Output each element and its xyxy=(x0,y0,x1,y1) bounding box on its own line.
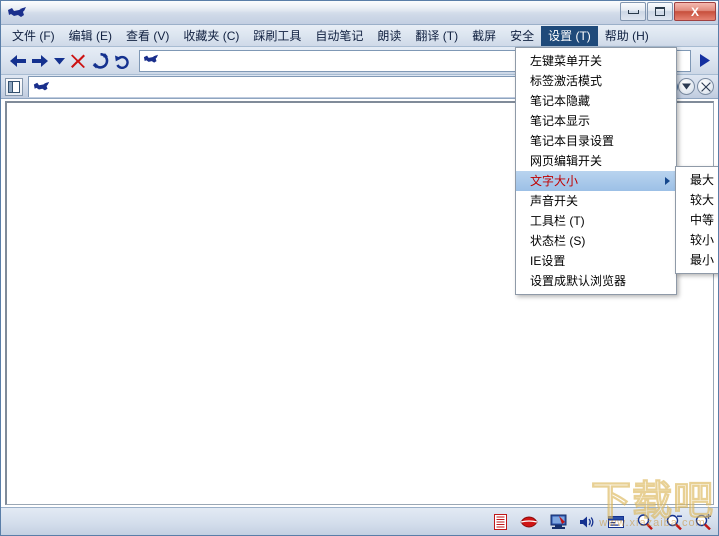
dog-icon xyxy=(33,81,50,93)
chevron-down-icon[interactable] xyxy=(51,49,67,73)
red-lips-icon[interactable] xyxy=(520,513,538,531)
text-size-largest[interactable]: 最大 xyxy=(676,170,718,190)
text-size-smaller[interactable]: 较小 xyxy=(676,230,718,250)
settings-set-default-browser[interactable]: 设置成默认浏览器 xyxy=(516,271,676,291)
text-size-larger[interactable]: 较大 xyxy=(676,190,718,210)
menu-settings[interactable]: 设置 (T) xyxy=(541,25,598,46)
titlebar-gloss xyxy=(1,1,718,12)
chevron-right-icon xyxy=(665,177,670,185)
settings-notebook-directory[interactable]: 笔记本目录设置 xyxy=(516,131,676,151)
address-site-icon xyxy=(143,54,159,68)
settings-toolbar[interactable]: 工具栏 (T) xyxy=(516,211,676,231)
tab-list-chevron-down-icon[interactable] xyxy=(678,78,695,95)
menu-auto-notes[interactable]: 自动笔记 xyxy=(308,26,370,46)
zoom-in-icon[interactable] xyxy=(694,513,712,531)
menu-bar: 文件 (F) 编辑 (E) 查看 (V) 收藏夹 (C) 踩刷工具 自动笔记 朗… xyxy=(1,25,718,47)
menu-read-aloud[interactable]: 朗读 xyxy=(370,26,408,46)
browser-window: X 文件 (F) 编辑 (E) 查看 (V) 收藏夹 (C) 踩刷工具 自动笔记… xyxy=(0,0,719,536)
close-icon: X xyxy=(690,4,699,19)
dog-icon[interactable] xyxy=(4,2,30,24)
minimize-button[interactable] xyxy=(620,2,646,21)
settings-notebook-hide[interactable]: 笔记本隐藏 xyxy=(516,91,676,111)
status-bar xyxy=(1,507,718,535)
settings-text-size-label: 文字大小 xyxy=(530,174,579,188)
sidebar-panel-icon[interactable] xyxy=(5,77,23,96)
window-controls: X xyxy=(620,2,716,21)
maximize-button[interactable] xyxy=(647,2,673,21)
menu-file[interactable]: 文件 (F) xyxy=(5,26,62,46)
title-bar: X xyxy=(1,1,718,25)
settings-statusbar[interactable]: 状态栏 (S) xyxy=(516,231,676,251)
maximize-icon xyxy=(655,7,665,16)
settings-ie-settings[interactable]: IE设置 xyxy=(516,251,676,271)
stop-x-icon[interactable] xyxy=(67,49,89,73)
menu-view[interactable]: 查看 (V) xyxy=(119,26,176,46)
zoom-out-icon[interactable] xyxy=(665,513,683,531)
minimize-icon xyxy=(627,9,639,14)
go-arrow-icon[interactable] xyxy=(693,49,715,73)
magnifier-icon[interactable] xyxy=(636,513,654,531)
settings-tab-activation-mode[interactable]: 标签激活模式 xyxy=(516,71,676,91)
menu-screenshot[interactable]: 截屏 xyxy=(465,26,503,46)
menu-crawl-tools[interactable]: 踩刷工具 xyxy=(246,26,308,46)
text-size-medium[interactable]: 中等 xyxy=(676,210,718,230)
menu-translate[interactable]: 翻译 (T) xyxy=(408,26,465,46)
settings-left-click-menu-toggle[interactable]: 左键菜单开关 xyxy=(516,51,676,71)
document-list-icon[interactable] xyxy=(491,513,509,531)
close-all-tabs-icon[interactable] xyxy=(697,78,714,95)
settings-dropdown-menu: 左键菜单开关 标签激活模式 笔记本隐藏 笔记本显示 笔记本目录设置 网页编辑开关… xyxy=(515,47,677,295)
settings-text-size[interactable]: 文字大小 xyxy=(516,171,676,191)
refresh-icon[interactable] xyxy=(89,49,111,73)
back-arrow-icon[interactable] xyxy=(7,49,29,73)
menu-edit[interactable]: 编辑 (E) xyxy=(62,26,119,46)
speaker-icon[interactable] xyxy=(578,513,596,531)
text-size-smallest[interactable]: 最小 xyxy=(676,250,718,270)
tabbar-controls xyxy=(678,78,714,95)
settings-webpage-edit-toggle[interactable]: 网页编辑开关 xyxy=(516,151,676,171)
menu-security[interactable]: 安全 xyxy=(503,26,541,46)
text-size-submenu: 最大 较大 中等 较小 最小 xyxy=(675,166,718,274)
settings-notebook-show[interactable]: 笔记本显示 xyxy=(516,111,676,131)
close-button[interactable]: X xyxy=(674,2,716,21)
forward-arrow-icon[interactable] xyxy=(29,49,51,73)
undo-icon[interactable] xyxy=(111,49,133,73)
menu-help[interactable]: 帮助 (H) xyxy=(598,26,656,46)
settings-sound-toggle[interactable]: 声音开关 xyxy=(516,191,676,211)
monitor-icon[interactable] xyxy=(549,513,567,531)
window-icon[interactable] xyxy=(607,513,625,531)
menu-favorites[interactable]: 收藏夹 (C) xyxy=(176,26,246,46)
